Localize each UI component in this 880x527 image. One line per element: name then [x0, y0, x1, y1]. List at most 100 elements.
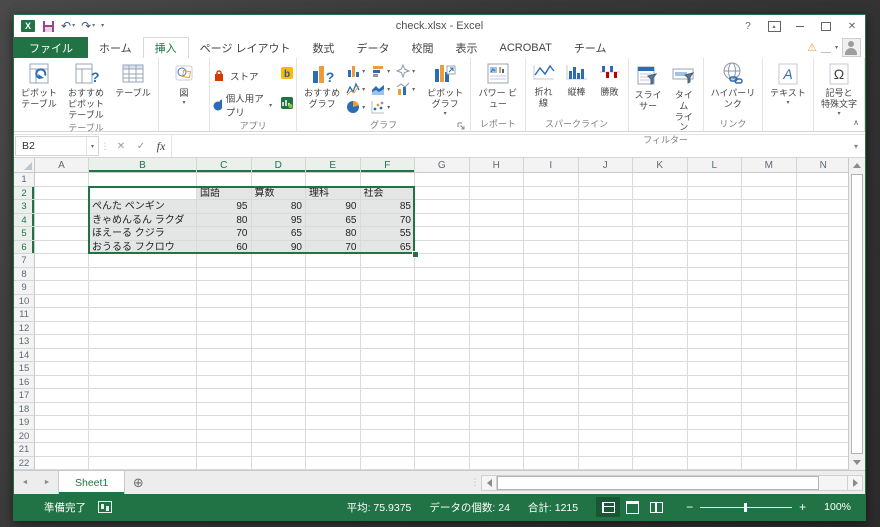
cell-B18[interactable] — [89, 402, 197, 416]
cell-K9[interactable] — [633, 281, 688, 295]
tab-file[interactable]: ファイル — [14, 37, 88, 58]
cell-D11[interactable] — [251, 308, 306, 322]
cell-C9[interactable] — [197, 281, 252, 295]
cell-L8[interactable] — [687, 267, 742, 281]
cell-E19[interactable] — [306, 416, 361, 430]
column-header-E[interactable]: E — [306, 158, 361, 173]
cell-B2[interactable] — [89, 186, 197, 200]
column-header-D[interactable]: D — [251, 158, 306, 173]
cell-M6[interactable] — [742, 240, 797, 254]
recommended-charts-button[interactable]: ? おすすめ グラフ — [299, 60, 345, 111]
cell-F19[interactable] — [360, 416, 415, 430]
row-header-4[interactable]: 4 — [14, 213, 35, 227]
cell-M20[interactable] — [742, 429, 797, 443]
cell-E22[interactable] — [306, 456, 361, 470]
cell-E21[interactable] — [306, 443, 361, 457]
cell-N11[interactable] — [796, 308, 848, 322]
cell-G6[interactable] — [415, 240, 470, 254]
cell-I20[interactable] — [524, 429, 579, 443]
cell-A11[interactable] — [35, 308, 89, 322]
cell-C4[interactable]: 80 — [197, 213, 252, 227]
cell-D3[interactable]: 80 — [251, 200, 306, 214]
select-all-button[interactable] — [14, 158, 35, 173]
cell-C7[interactable] — [197, 254, 252, 268]
cell-A17[interactable] — [35, 389, 89, 403]
cell-H18[interactable] — [469, 402, 524, 416]
cell-J19[interactable] — [578, 416, 633, 430]
cell-L10[interactable] — [687, 294, 742, 308]
tab-home[interactable]: ホーム — [88, 37, 143, 58]
cell-K7[interactable] — [633, 254, 688, 268]
formula-bar-splitter[interactable]: ⋮ — [99, 135, 111, 157]
cell-F5[interactable]: 55 — [360, 227, 415, 241]
cell-M10[interactable] — [742, 294, 797, 308]
tab-insert[interactable]: 挿入 — [142, 37, 189, 58]
redo-dropdown[interactable]: ▾ — [92, 23, 95, 29]
cell-M2[interactable] — [742, 186, 797, 200]
cell-B17[interactable] — [89, 389, 197, 403]
cell-F9[interactable] — [360, 281, 415, 295]
cell-E1[interactable] — [306, 173, 361, 187]
cell-B5[interactable]: ほえーる クジラ — [89, 227, 197, 241]
cell-H2[interactable] — [469, 186, 524, 200]
slicer-button[interactable]: スライサー — [631, 60, 666, 112]
cell-K4[interactable] — [633, 213, 688, 227]
column-header-H[interactable]: H — [469, 158, 524, 173]
cell-K17[interactable] — [633, 389, 688, 403]
cell-K6[interactable] — [633, 240, 688, 254]
cell-M3[interactable] — [742, 200, 797, 214]
undo-button[interactable]: ↶ ▾ — [61, 20, 75, 32]
cell-K5[interactable] — [633, 227, 688, 241]
row-header-12[interactable]: 12 — [14, 321, 35, 335]
cell-L6[interactable] — [687, 240, 742, 254]
cell-H3[interactable] — [469, 200, 524, 214]
name-box[interactable]: B2 ▾ — [15, 136, 99, 156]
cell-C22[interactable] — [197, 456, 252, 470]
insert-line-chart-button[interactable]: ▾ — [346, 82, 371, 96]
cell-K3[interactable] — [633, 200, 688, 214]
cell-G3[interactable] — [415, 200, 470, 214]
cell-I2[interactable] — [524, 186, 579, 200]
cell-M13[interactable] — [742, 335, 797, 349]
cell-D4[interactable]: 95 — [251, 213, 306, 227]
cell-J18[interactable] — [578, 402, 633, 416]
cell-A18[interactable] — [35, 402, 89, 416]
cell-E5[interactable]: 80 — [306, 227, 361, 241]
cell-I3[interactable] — [524, 200, 579, 214]
cell-D1[interactable] — [251, 173, 306, 187]
cell-A9[interactable] — [35, 281, 89, 295]
cell-E12[interactable] — [306, 321, 361, 335]
sparkline-winloss-button[interactable]: 勝敗 — [594, 60, 626, 98]
maximize-button[interactable] — [813, 15, 839, 37]
cell-D21[interactable] — [251, 443, 306, 457]
cell-E11[interactable] — [306, 308, 361, 322]
macro-record-icon[interactable] — [98, 501, 112, 513]
cell-N6[interactable] — [796, 240, 848, 254]
cell-L7[interactable] — [687, 254, 742, 268]
cell-G15[interactable] — [415, 362, 470, 376]
column-header-F[interactable]: F — [360, 158, 415, 173]
vertical-scrollbar-thumb[interactable] — [851, 174, 863, 454]
help-button[interactable]: ? — [735, 15, 761, 37]
cell-H7[interactable] — [469, 254, 524, 268]
cell-B7[interactable] — [89, 254, 197, 268]
cell-F15[interactable] — [360, 362, 415, 376]
tab-acrobat[interactable]: ACROBAT — [489, 37, 563, 58]
cell-C11[interactable] — [197, 308, 252, 322]
cell-B16[interactable] — [89, 375, 197, 389]
cell-H11[interactable] — [469, 308, 524, 322]
row-header-17[interactable]: 17 — [14, 389, 35, 403]
cell-L13[interactable] — [687, 335, 742, 349]
cell-H22[interactable] — [469, 456, 524, 470]
cell-F22[interactable] — [360, 456, 415, 470]
cell-H16[interactable] — [469, 375, 524, 389]
cell-F8[interactable] — [360, 267, 415, 281]
cell-A2[interactable] — [35, 186, 89, 200]
row-header-11[interactable]: 11 — [14, 308, 35, 322]
cell-M8[interactable] — [742, 267, 797, 281]
store-button[interactable]: ストア — [212, 69, 272, 83]
cell-H14[interactable] — [469, 348, 524, 362]
cell-H21[interactable] — [469, 443, 524, 457]
cell-N19[interactable] — [796, 416, 848, 430]
insert-function-button[interactable]: fx — [151, 135, 171, 157]
